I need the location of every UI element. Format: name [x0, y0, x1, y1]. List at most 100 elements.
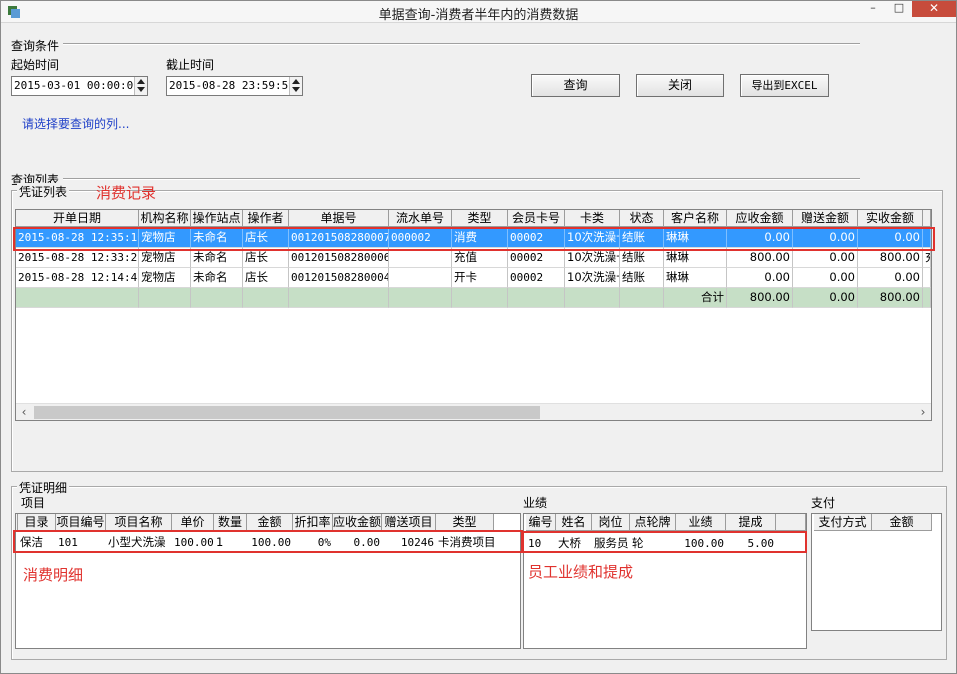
table-cell-overflow: 充 — [923, 248, 931, 268]
performance-header-filler — [776, 514, 806, 531]
section-divider — [63, 43, 860, 45]
scrollbar-thumb[interactable] — [34, 406, 540, 419]
table-cell[interactable]: 宠物店 — [139, 248, 191, 268]
list-column-header: 机构名称 — [139, 210, 191, 227]
highlight-consumption-row — [13, 227, 935, 251]
items-column-header: 项目名称 — [106, 514, 172, 531]
performance-column-header: 业绩 — [676, 514, 726, 531]
table-cell[interactable]: 00002 — [508, 248, 565, 268]
table-cell[interactable]: 800.00 — [727, 248, 793, 268]
total-cell: 800.00 — [727, 288, 793, 308]
table-cell[interactable]: 0.00 — [858, 268, 923, 288]
items-column-header: 赠送项目 — [382, 514, 436, 531]
list-column-header: 开单日期 — [16, 210, 139, 227]
list-column-header: 操作者 — [243, 210, 289, 227]
payment-label: 支付 — [811, 496, 836, 510]
performance-column-header: 岗位 — [592, 514, 630, 531]
start-time-picker[interactable]: 2015-03-01 00:00:00 — [11, 76, 148, 96]
list-column-header: 流水单号 — [389, 210, 452, 227]
consumption-record-annotation: 消费记录 — [96, 184, 157, 202]
table-cell[interactable]: 10次洗澡卡 — [565, 248, 620, 268]
items-column-header: 数量 — [214, 514, 247, 531]
list-column-header: 卡类 — [565, 210, 620, 227]
table-cell[interactable]: 0.00 — [727, 268, 793, 288]
table-cell[interactable]: 0.00 — [793, 268, 858, 288]
minimize-button[interactable]: – — [860, 1, 886, 17]
voucher-list-label: 凭证列表 — [17, 183, 70, 200]
highlight-performance-row — [522, 531, 807, 553]
total-cell: 0.00 — [793, 288, 858, 308]
scroll-right-icon[interactable]: › — [915, 404, 931, 420]
end-time-value: 2015-08-28 23:59:59 — [169, 79, 295, 92]
table-cell[interactable]: 琳琳 — [664, 268, 727, 288]
end-time-picker[interactable]: 2015-08-28 23:59:59 — [166, 76, 303, 96]
select-columns-link[interactable]: 请选择要查询的列... — [22, 115, 129, 132]
total-cell — [191, 288, 243, 308]
end-time-label: 截止时间 — [166, 58, 215, 72]
total-cell — [289, 288, 389, 308]
items-label: 项目 — [21, 496, 46, 510]
search-button[interactable]: 查询 — [531, 74, 620, 97]
table-cell[interactable]: 未命名 — [191, 248, 243, 268]
table-cell[interactable]: 未命名 — [191, 268, 243, 288]
table-cell[interactable]: 0.00 — [793, 248, 858, 268]
list-column-header: 类型 — [452, 210, 508, 227]
table-cell[interactable]: 001201508280006 — [289, 248, 389, 268]
table-cell[interactable] — [389, 248, 452, 268]
table-cell[interactable]: 宠物店 — [139, 268, 191, 288]
performance-annotation: 员工业绩和提成 — [528, 563, 634, 581]
list-column-header: 会员卡号 — [508, 210, 565, 227]
export-excel-button[interactable]: 导出到EXCEL — [740, 74, 829, 97]
payment-column-header: 金额 — [872, 514, 932, 531]
items-column-header: 折扣率 — [293, 514, 333, 531]
list-column-header: 应收金额 — [727, 210, 793, 227]
items-column-header: 应收金额 — [333, 514, 382, 531]
total-cell — [452, 288, 508, 308]
total-cell — [139, 288, 191, 308]
table-cell[interactable]: 2015-08-28 12:14:42 — [16, 268, 139, 288]
title-bar: 单据查询-消费者半年内的消费数据 – □ ✕ — [1, 1, 956, 23]
table-cell[interactable]: 店长 — [243, 248, 289, 268]
table-cell[interactable]: 001201508280004 — [289, 268, 389, 288]
query-section-label: 查询条件 — [11, 39, 60, 53]
close-button[interactable]: 关闭 — [636, 74, 724, 97]
scroll-left-icon[interactable]: ‹ — [16, 404, 32, 420]
table-cell[interactable]: 10次洗澡卡 — [565, 268, 620, 288]
horizontal-scrollbar[interactable]: ‹ › — [16, 403, 931, 420]
performance-column-header: 姓名 — [556, 514, 592, 531]
start-time-spinner[interactable] — [134, 77, 147, 95]
payment-column-header: 支付方式 — [814, 514, 872, 531]
total-cell — [508, 288, 565, 308]
items-header-edge — [16, 514, 18, 531]
table-cell[interactable]: 店长 — [243, 268, 289, 288]
table-cell[interactable]: 琳琳 — [664, 248, 727, 268]
total-cell — [243, 288, 289, 308]
table-cell[interactable]: 00002 — [508, 268, 565, 288]
table-cell[interactable]: 800.00 — [858, 248, 923, 268]
performance-label: 业绩 — [523, 496, 548, 510]
table-cell[interactable]: 2015-08-28 12:33:28 — [16, 248, 139, 268]
list-column-header: 实收金额 — [858, 210, 923, 227]
table-cell-overflow — [923, 268, 931, 288]
table-cell[interactable] — [389, 268, 452, 288]
table-cell[interactable]: 结账 — [620, 268, 664, 288]
table-cell[interactable]: 开卡 — [452, 268, 508, 288]
table-cell[interactable]: 充值 — [452, 248, 508, 268]
list-column-filler — [923, 210, 931, 227]
close-window-button[interactable]: ✕ — [912, 1, 956, 17]
end-time-spinner[interactable] — [289, 77, 302, 95]
highlight-item-row — [13, 530, 523, 553]
list-column-header: 状态 — [620, 210, 664, 227]
maximize-button[interactable]: □ — [886, 1, 912, 17]
items-column-header: 金额 — [247, 514, 293, 531]
total-label: 合计 — [664, 288, 727, 308]
list-column-header: 操作站点 — [191, 210, 243, 227]
start-time-value: 2015-03-01 00:00:00 — [14, 79, 140, 92]
items-column-header: 类型 — [436, 514, 494, 531]
list-column-header: 赠送金额 — [793, 210, 858, 227]
payment-grid[interactable]: 支付方式 金额 — [811, 513, 942, 631]
items-column-header: 单价 — [172, 514, 214, 531]
table-cell[interactable]: 结账 — [620, 248, 664, 268]
consumption-detail-annotation: 消费明细 — [23, 566, 84, 584]
list-column-header: 单据号 — [289, 210, 389, 227]
